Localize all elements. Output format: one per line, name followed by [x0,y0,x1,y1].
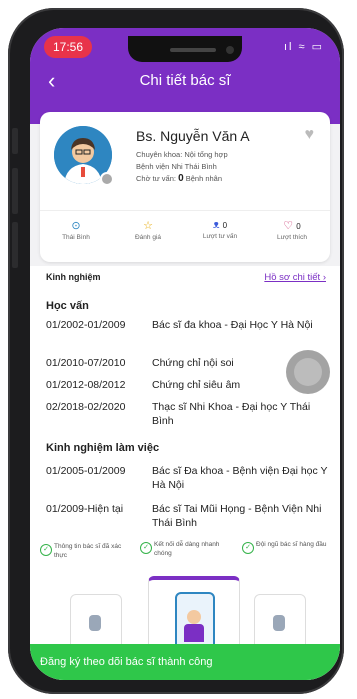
phone-frame: 17:56 ıl ≈ ▭ ‹ Chi tiết bác sĩ Bs. Nguyễ… [8,8,344,694]
detail-profile-link[interactable]: Hồ sơ chi tiết › [264,272,326,283]
speaker-grille [170,48,216,52]
location-icon: ⊙ [71,220,81,232]
stat-rating[interactable]: ☆ Đánh giá [112,219,184,241]
front-camera [226,46,234,54]
success-toast: Đăng ký theo dõi bác sĩ thành công [30,644,340,680]
signal-wifi-battery-icon: ıl ≈ ▭ [283,41,324,53]
check-circle-icon: ✓ [40,544,52,556]
stat-consults[interactable]: ᴥ 0 Lượt tư vấn [184,219,256,240]
doctor-figure-icon [273,615,285,631]
stat-location[interactable]: ⊙ Thái Bình [40,219,112,241]
work-title: Kinh nghiệm làm việc [46,442,160,454]
doctor-figure-icon [89,615,101,631]
consult-count: 0 [178,173,184,184]
favorite-heart-icon[interactable]: ♥ [305,126,315,144]
work-date: 01/2005-01/2009 [46,465,126,477]
people-icon: ᴥ [212,219,220,231]
work-desc: Bác sĩ Đa khoa - Bệnh viện Đại học Y Hà … [152,465,328,491]
star-icon: ☆ [143,220,153,232]
volume-down-button [12,222,18,268]
doctor-stats: ⊙ Thái Bình ☆ Đánh giá ᴥ 0 Lượt tư vấn ♡… [40,210,330,261]
header-bar: 17:56 ıl ≈ ▭ ‹ Chi tiết bác sĩ [30,28,340,124]
feature-text: Kết nối dễ dàng nhanh chóng [154,541,220,557]
stat-consults-label: Lượt tư vấn [202,233,238,240]
education-date: 01/2002-01/2009 [46,319,126,331]
stat-likes[interactable]: ♡ 0 Lượt thích [256,219,328,241]
education-date: 01/2012-08/2012 [46,379,126,391]
check-circle-icon: ✓ [140,542,152,554]
likes-count: 0 [296,222,301,231]
education-title: Học vấn [46,300,89,312]
page-title: Chi tiết bác sĩ [139,72,231,89]
doctor-face-icon [187,610,201,624]
doctor-coat-icon [184,624,204,642]
check-circle-icon: ✓ [242,542,254,554]
education-date: 02/2018-02/2020 [46,401,126,413]
education-desc: Bác sĩ đa khoa - Đại Học Y Hà Nội [152,319,313,331]
doctor-name: Bs. Nguyễn Văn A [136,128,250,144]
education-date: 01/2010-07/2010 [46,357,126,369]
consults-count: 0 [222,221,228,230]
screen: 17:56 ıl ≈ ▭ ‹ Chi tiết bác sĩ Bs. Nguyễ… [30,28,340,680]
consult-waiting: Chờ tư vấn: 0 Bệnh nhân [136,173,222,184]
doctor-hospital: Bệnh viện Nhi Thái Bình [136,162,217,171]
consults-count-row: ᴥ 0 [184,219,256,231]
stat-likes-label: Lượt thích [277,234,307,241]
experience-heading: Kinh nghiệm [46,272,101,282]
assistive-touch-button[interactable] [286,350,330,394]
stat-rating-label: Đánh giá [134,234,162,241]
consult-label: Chờ tư vấn: [136,174,176,183]
stat-location-label: Thái Bình [62,234,90,241]
likes-count-row: ♡ 0 [256,219,328,232]
assistive-touch-inner [294,358,322,386]
work-desc: Bác sĩ Tai Mũi Họng - Bệnh Viện Nhi Thái… [152,503,322,529]
education-desc: Thạc sĩ Nhi Khoa - Đại học Y Thái Bình [152,401,311,427]
status-bar: 17:56 ıl ≈ ▭ [30,36,340,62]
volume-up-button [12,168,18,214]
feature-text: Thông tin bác sĩ đã xác thực [54,543,122,559]
doctor-specialty: Chuyên khoa: Nội tổng hợp [136,150,228,159]
status-time: 17:56 [44,36,92,58]
feature-text: Đội ngũ bác sĩ hàng đầu [256,541,327,548]
online-status-dot [100,172,114,186]
consult-suffix: Bệnh nhân [185,174,223,183]
mute-switch [12,128,18,154]
heart-outline-icon: ♡ [283,220,294,232]
work-date: 01/2009-Hiện tại [46,503,124,515]
